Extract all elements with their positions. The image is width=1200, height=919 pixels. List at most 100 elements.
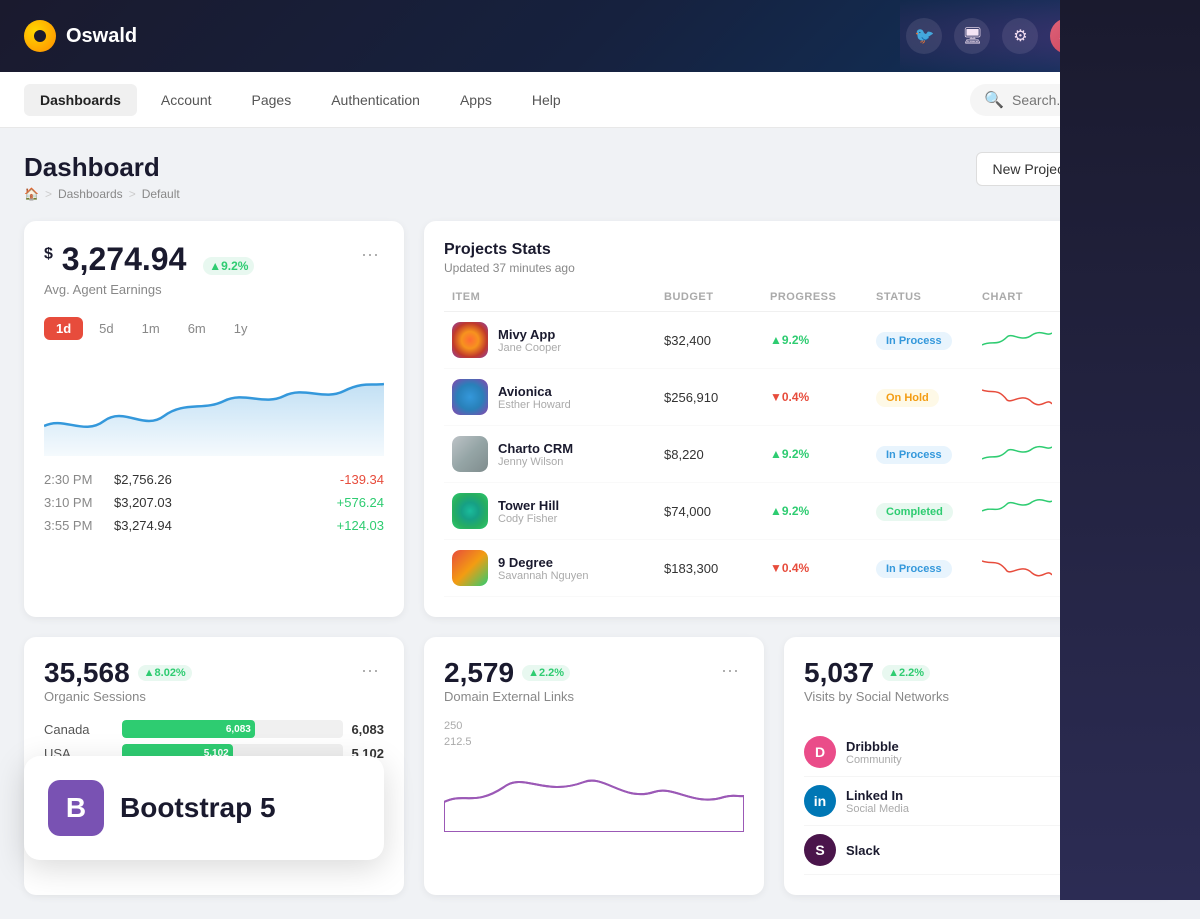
project-progress-charto: ▲9.2% bbox=[770, 447, 876, 461]
slack-name: Slack bbox=[846, 843, 1065, 858]
project-status-mivy: In Process bbox=[876, 332, 952, 350]
project-person-charto: Jenny Wilson bbox=[498, 456, 573, 468]
col-budget: BUDGET bbox=[664, 291, 770, 303]
earnings-chart bbox=[44, 356, 384, 456]
col-item: ITEM bbox=[452, 291, 664, 303]
dribbble-info: Dribbble Community bbox=[846, 739, 1065, 766]
linkedin-name: Linked In bbox=[846, 788, 1053, 803]
linkedin-icon: in bbox=[804, 785, 836, 817]
project-name-mivy: Mivy App bbox=[498, 327, 561, 342]
time-tab-5d[interactable]: 5d bbox=[87, 317, 125, 340]
project-icon-avionica bbox=[452, 379, 488, 415]
project-progress-avionica: ▼0.4% bbox=[770, 390, 876, 404]
project-progress-9degree: ▼0.4% bbox=[770, 561, 876, 575]
project-info-tower: Tower Hill Cody Fisher bbox=[452, 493, 664, 529]
organic-sessions-more[interactable]: ⋯ bbox=[356, 657, 384, 685]
project-status-9degree: In Process bbox=[876, 560, 952, 578]
projects-updated: Updated 37 minutes ago bbox=[444, 261, 575, 275]
project-info-charto: Charto CRM Jenny Wilson bbox=[452, 436, 664, 472]
project-budget-avionica: $256,910 bbox=[664, 390, 770, 405]
bootstrap-text: Bootstrap 5 bbox=[120, 792, 276, 824]
dark-overlay bbox=[1060, 0, 1200, 900]
col-progress: PROGRESS bbox=[770, 291, 876, 303]
project-name-9degree: 9 Degree bbox=[498, 555, 589, 570]
social-title: Visits by Social Networks bbox=[804, 689, 949, 704]
time-entry-3: 3:55 PM $3,274.94 +124.03 bbox=[44, 518, 384, 533]
project-person-tower: Cody Fisher bbox=[498, 513, 559, 525]
earnings-badge: ▲9.2% bbox=[203, 257, 254, 275]
domain-links-chart bbox=[444, 752, 744, 837]
bootstrap-card: B Bootstrap 5 bbox=[24, 756, 384, 860]
earnings-amount: $ 3,274.94 ▲9.2% bbox=[44, 241, 254, 278]
more-options-button[interactable]: ⋯ bbox=[356, 241, 384, 269]
project-status-charto: In Process bbox=[876, 446, 952, 464]
page-title: Dashboard bbox=[24, 152, 180, 183]
social-badge: ▲2.2% bbox=[882, 665, 930, 681]
nav-item-apps[interactable]: Apps bbox=[444, 84, 508, 116]
project-progress-mivy: ▲9.2% bbox=[770, 333, 876, 347]
time-entry-2: 3:10 PM $3,207.03 +576.24 bbox=[44, 495, 384, 510]
time-tab-1m[interactable]: 1m bbox=[130, 317, 172, 340]
dribbble-type: Community bbox=[846, 754, 1065, 766]
slack-icon: S bbox=[804, 834, 836, 866]
page-header: Dashboard 🏠 > Dashboards > Default New P… bbox=[24, 152, 1176, 201]
breadcrumb: 🏠 > Dashboards > Default bbox=[24, 187, 180, 201]
nav-item-authentication[interactable]: Authentication bbox=[315, 84, 436, 116]
project-budget-mivy: $32,400 bbox=[664, 333, 770, 348]
topbar: Oswald 🐦 🖥 ⚙ JD + Invite bbox=[0, 0, 1200, 72]
project-person-mivy: Jane Cooper bbox=[498, 342, 561, 354]
share-icon[interactable]: ⚙ bbox=[1002, 18, 1038, 54]
project-icon-charto bbox=[452, 436, 488, 472]
nav-item-account[interactable]: Account bbox=[145, 84, 228, 116]
breadcrumb-default: Default bbox=[142, 187, 180, 201]
time-entries: 2:30 PM $2,756.26 -139.34 3:10 PM $3,207… bbox=[44, 472, 384, 533]
logo-text: Oswald bbox=[66, 25, 137, 48]
project-icon-tower bbox=[452, 493, 488, 529]
domain-links-more[interactable]: ⋯ bbox=[716, 657, 744, 685]
domain-links-label: Domain External Links bbox=[444, 689, 574, 704]
nav-item-dashboards[interactable]: Dashboards bbox=[24, 84, 137, 116]
project-name-tower: Tower Hill bbox=[498, 498, 559, 513]
project-icon-9degree bbox=[452, 550, 488, 586]
country-row-canada: Canada 6,083 6,083 bbox=[44, 720, 384, 738]
project-info-mivy: Mivy App Jane Cooper bbox=[452, 322, 664, 358]
breadcrumb-dashboards: Dashboards bbox=[58, 187, 123, 201]
table-row: 9 Degree Savannah Nguyen $183,300 ▼0.4% … bbox=[444, 540, 1156, 597]
project-person-avionica: Esther Howard bbox=[498, 399, 571, 411]
linkedin-type: Social Media bbox=[846, 803, 1053, 815]
nav-item-pages[interactable]: Pages bbox=[236, 84, 308, 116]
projects-header: Projects Stats Updated 37 minutes ago Hi… bbox=[444, 241, 1156, 275]
dribbble-icon: D bbox=[804, 736, 836, 768]
project-person-9degree: Savannah Nguyen bbox=[498, 570, 589, 582]
linkedin-info: Linked In Social Media bbox=[846, 788, 1053, 815]
dribbble-name: Dribbble bbox=[846, 739, 1065, 754]
social-amount: 5,037 bbox=[804, 657, 874, 689]
earnings-label: Avg. Agent Earnings bbox=[44, 282, 254, 297]
project-info-9degree: 9 Degree Savannah Nguyen bbox=[452, 550, 664, 586]
time-tab-6m[interactable]: 6m bbox=[176, 317, 218, 340]
home-icon: 🏠 bbox=[24, 187, 39, 201]
col-status: STATUS bbox=[876, 291, 982, 303]
logo-icon bbox=[24, 20, 56, 52]
time-tab-1d[interactable]: 1d bbox=[44, 317, 83, 340]
project-name-charto: Charto CRM bbox=[498, 441, 573, 456]
project-budget-tower: $74,000 bbox=[664, 504, 770, 519]
table-row: Mivy App Jane Cooper $32,400 ▲9.2% In Pr… bbox=[444, 312, 1156, 369]
time-tab-1y[interactable]: 1y bbox=[222, 317, 260, 340]
earnings-card: $ 3,274.94 ▲9.2% Avg. Agent Earnings ⋯ 1… bbox=[24, 221, 404, 617]
table-row: Avionica Esther Howard $256,910 ▼0.4% On… bbox=[444, 369, 1156, 426]
table-row: Tower Hill Cody Fisher $74,000 ▲9.2% Com… bbox=[444, 483, 1156, 540]
monitor-icon[interactable]: 🖥 bbox=[954, 18, 990, 54]
organic-sessions-amount: 35,568 bbox=[44, 657, 130, 689]
time-tabs: 1d 5d 1m 6m 1y bbox=[44, 317, 384, 340]
logo-area: Oswald bbox=[24, 20, 906, 52]
project-status-avionica: On Hold bbox=[876, 389, 939, 407]
nav-item-help[interactable]: Help bbox=[516, 84, 577, 116]
nav-bar: Dashboards Account Pages Authentication … bbox=[0, 72, 1200, 128]
project-status-tower: Completed bbox=[876, 503, 953, 521]
currency-symbol: $ bbox=[44, 245, 53, 262]
domain-links-amount: 2,579 bbox=[444, 657, 514, 689]
organic-sessions-label: Organic Sessions bbox=[44, 689, 192, 704]
search-icon: 🔍 bbox=[984, 90, 1004, 110]
bird-icon[interactable]: 🐦 bbox=[906, 18, 942, 54]
